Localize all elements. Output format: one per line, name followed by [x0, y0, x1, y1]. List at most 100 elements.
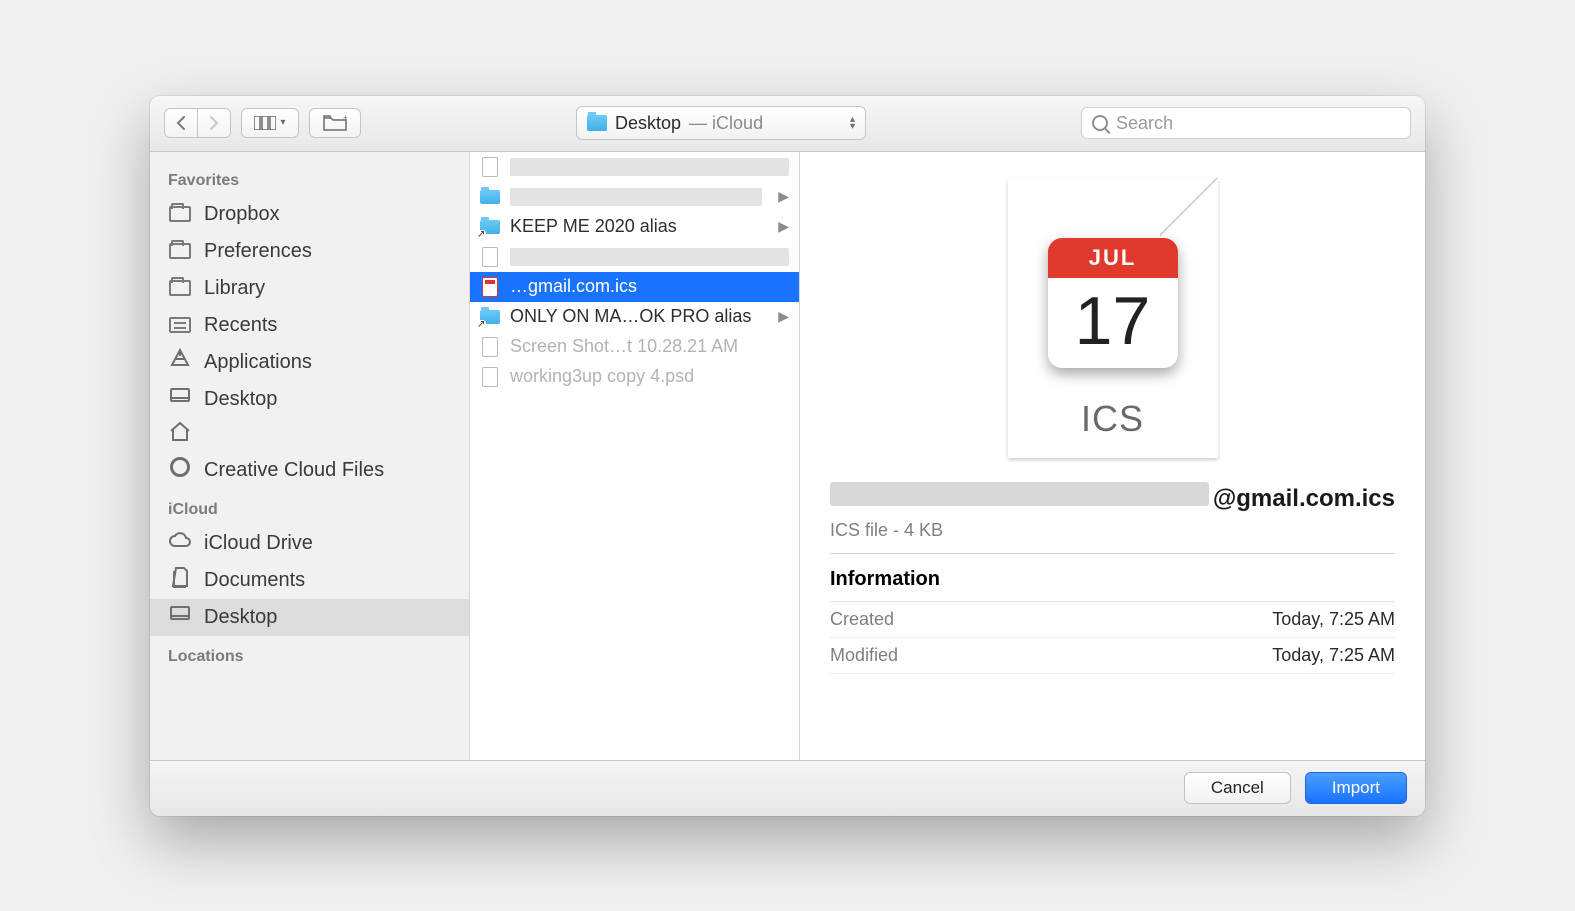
folder-icon [168, 204, 192, 224]
file-name [510, 248, 789, 266]
svg-text:+: + [343, 115, 347, 123]
sidebar-item-label: Creative Cloud Files [204, 459, 384, 482]
info-row: Modified Today, 7:25 AM [830, 638, 1395, 674]
file-column: ▶ KEEP ME 2020 alias ▶ …gmail.com.ics ONLY O… [470, 152, 800, 760]
info-value: Today, 7:25 AM [1272, 645, 1395, 666]
sidebar-item-label: Recents [204, 314, 277, 337]
desk-icon [168, 607, 192, 627]
sidebar-item-label: Library [204, 277, 265, 300]
sidebar-item-label: Desktop [204, 388, 277, 411]
import-button[interactable]: Import [1305, 772, 1407, 804]
redacted-text [830, 482, 1209, 506]
file-item [470, 242, 799, 272]
docs-icon [168, 570, 192, 590]
search-icon [1092, 115, 1108, 131]
nav-buttons [164, 108, 231, 138]
calendar-day: 17 [1048, 278, 1178, 364]
chevron-right-icon: ▶ [772, 218, 789, 235]
doc-icon [480, 156, 500, 178]
file-name: Screen Shot…t 10.28.21 AM [510, 336, 789, 357]
preview-filename: @gmail.com.ics [830, 482, 1395, 514]
file-item [470, 152, 799, 182]
doc-icon [480, 336, 500, 358]
file-item[interactable]: ▶ [470, 182, 799, 212]
open-panel: ▾ + Desktop — iCloud ▴▾ Search Favorites… [150, 96, 1425, 816]
chevron-right-icon [208, 116, 220, 130]
file-extension-badge: ICS [1008, 398, 1218, 440]
file-name: KEEP ME 2020 alias [510, 216, 762, 237]
sidebar-item-preferences[interactable]: Preferences [150, 233, 469, 270]
view-mode-button[interactable]: ▾ [241, 108, 299, 138]
folder-icon [168, 241, 192, 261]
sidebar-item-desktop[interactable]: Desktop [150, 381, 469, 418]
updown-icon: ▴▾ [850, 116, 855, 130]
cal-icon [480, 276, 500, 298]
new-folder-button[interactable]: + [309, 108, 361, 138]
chevron-right-icon: ▶ [772, 188, 789, 205]
file-name [510, 158, 789, 176]
sidebar-item-label: Applications [204, 351, 312, 374]
apps-icon [168, 352, 192, 372]
calendar-month: JUL [1048, 238, 1178, 278]
location-name: Desktop [615, 113, 681, 134]
cc-icon [168, 460, 192, 480]
sidebar-item-icloud-drive[interactable]: iCloud Drive [150, 525, 469, 562]
recents-icon [168, 315, 192, 335]
search-input[interactable]: Search [1081, 107, 1411, 139]
doc-icon [480, 366, 500, 388]
info-header: Information [830, 554, 1395, 602]
calendar-icon: JUL 17 [1048, 238, 1178, 368]
preview-subtitle: ICS file - 4 KB [830, 514, 1395, 554]
dogear-icon [1160, 178, 1218, 236]
info-value: Today, 7:25 AM [1272, 609, 1395, 630]
sidebar: Favorites Dropbox Preferences Library Recent… [150, 152, 470, 760]
preview-file-icon: JUL 17 ICS [1008, 178, 1218, 458]
folder-icon [587, 115, 607, 131]
file-name: …gmail.com.ics [510, 276, 789, 297]
cancel-button[interactable]: Cancel [1184, 772, 1291, 804]
sidebar-item-label: Preferences [204, 240, 312, 263]
file-item: Screen Shot…t 10.28.21 AM [470, 332, 799, 362]
columns-icon [254, 116, 276, 130]
folder-alias-icon [480, 216, 500, 238]
folder-icon [480, 186, 500, 208]
cloud-icon [168, 533, 192, 553]
folder-icon [168, 278, 192, 298]
forward-button[interactable] [197, 108, 231, 138]
sidebar-item-redacted[interactable] [150, 418, 469, 452]
folder-alias-icon [480, 306, 500, 328]
sidebar-item-label: iCloud Drive [204, 532, 313, 555]
sidebar-item-creative-cloud-files[interactable]: Creative Cloud Files [150, 452, 469, 489]
sidebar-item-dropbox[interactable]: Dropbox [150, 196, 469, 233]
location-popup[interactable]: Desktop — iCloud ▴▾ [576, 106, 866, 140]
filename-suffix: @gmail.com.ics [1213, 483, 1395, 514]
desk-icon [168, 389, 192, 409]
sidebar-item-label: Dropbox [204, 203, 280, 226]
chevron-right-icon: ▶ [772, 308, 789, 325]
sidebar-item-desktop[interactable]: Desktop [150, 599, 469, 636]
sidebar-item-applications[interactable]: Applications [150, 344, 469, 381]
sidebar-header: iCloud [150, 489, 469, 525]
location-source: — iCloud [689, 113, 763, 134]
sidebar-item-label: Desktop [204, 606, 277, 629]
sidebar-item-documents[interactable]: Documents [150, 562, 469, 599]
info-row: CreatedToday, 7:25 AM [830, 602, 1395, 638]
file-name: working3up copy 4.psd [510, 366, 789, 387]
sidebar-header: Locations [150, 636, 469, 672]
toolbar: ▾ + Desktop — iCloud ▴▾ Search [150, 96, 1425, 152]
file-name: ONLY ON MA…OK PRO alias [510, 306, 762, 327]
chevron-left-icon [175, 116, 187, 130]
file-item[interactable]: KEEP ME 2020 alias ▶ [470, 212, 799, 242]
sidebar-item-recents[interactable]: Recents [150, 307, 469, 344]
preview-pane: JUL 17 ICS @gmail.com.ics ICS file - 4 K… [800, 152, 1425, 760]
sidebar-header: Favorites [150, 160, 469, 196]
sidebar-item-library[interactable]: Library [150, 270, 469, 307]
back-button[interactable] [164, 108, 197, 138]
home-icon [168, 425, 192, 445]
info-key: Modified [830, 645, 898, 666]
footer: Cancel Import [150, 760, 1425, 816]
file-item: working3up copy 4.psd [470, 362, 799, 392]
file-item[interactable]: …gmail.com.ics [470, 272, 799, 302]
chevron-down-icon: ▾ [280, 118, 285, 128]
file-item[interactable]: ONLY ON MA…OK PRO alias ▶ [470, 302, 799, 332]
